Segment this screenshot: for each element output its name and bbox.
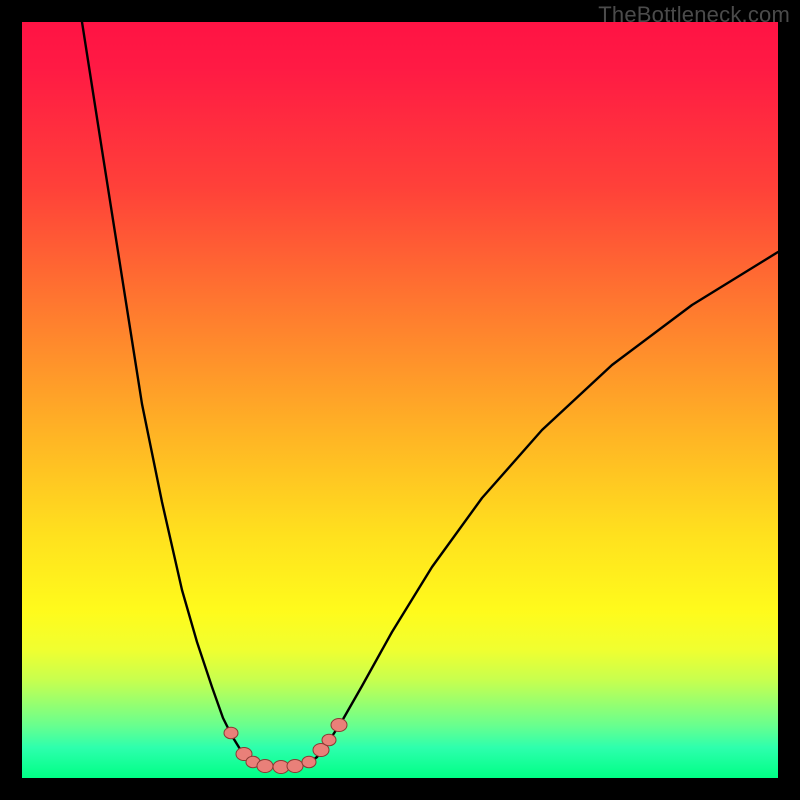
watermark-text: TheBottleneck.com bbox=[598, 2, 790, 28]
bottleneck-curve bbox=[22, 22, 778, 778]
curve-beads bbox=[22, 22, 778, 778]
chart-frame: TheBottleneck.com bbox=[0, 0, 800, 800]
plot-area bbox=[22, 22, 778, 778]
